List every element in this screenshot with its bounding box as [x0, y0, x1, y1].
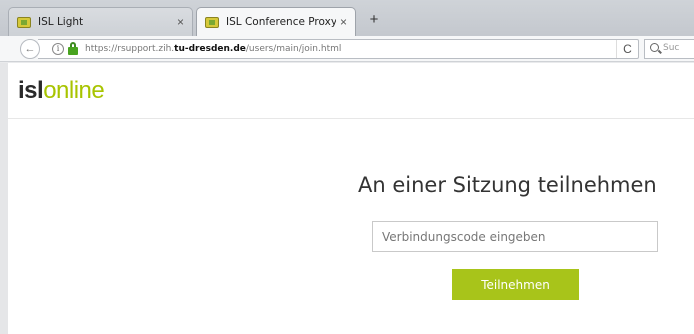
monitor-icon	[17, 16, 31, 28]
site-header: islonline	[8, 63, 694, 119]
lock-icon[interactable]	[68, 42, 78, 55]
connection-code-input[interactable]	[372, 221, 658, 252]
tab-isl-light[interactable]: ISL Light ×	[8, 7, 193, 36]
tab-isl-conference-proxy[interactable]: ISL Conference Proxy ×	[196, 7, 356, 36]
url-text: https://rsupport.zih.tu-dresden.de/users…	[85, 44, 342, 54]
search-icon	[650, 43, 659, 52]
tab-label: ISL Light	[38, 16, 84, 28]
monitor-icon	[205, 16, 219, 28]
page-edge	[0, 63, 8, 334]
close-tab-icon[interactable]: ×	[177, 15, 184, 29]
info-icon[interactable]: i	[52, 43, 64, 55]
navigation-bar: i https://rsupport.zih.tu-dresden.de/use…	[0, 36, 694, 62]
join-button[interactable]: Teilnehmen	[452, 269, 579, 300]
address-bar[interactable]: i https://rsupport.zih.tu-dresden.de/use…	[38, 39, 639, 59]
new-tab-button[interactable]: +	[362, 10, 386, 32]
tab-strip: ISL Light × ISL Conference Proxy × +	[0, 0, 694, 36]
reload-icon[interactable]: C	[616, 40, 638, 58]
page-content: islonline An einer Sitzung teilnehmen Te…	[0, 63, 694, 334]
back-button[interactable]: ←	[20, 39, 40, 59]
close-tab-icon[interactable]: ×	[340, 15, 347, 29]
page-title: An einer Sitzung teilnehmen	[358, 173, 657, 197]
tab-label: ISL Conference Proxy	[226, 16, 336, 28]
search-placeholder: Suc	[663, 43, 680, 53]
search-bar[interactable]: Suc	[644, 39, 694, 59]
islonline-logo[interactable]: islonline	[18, 77, 105, 105]
